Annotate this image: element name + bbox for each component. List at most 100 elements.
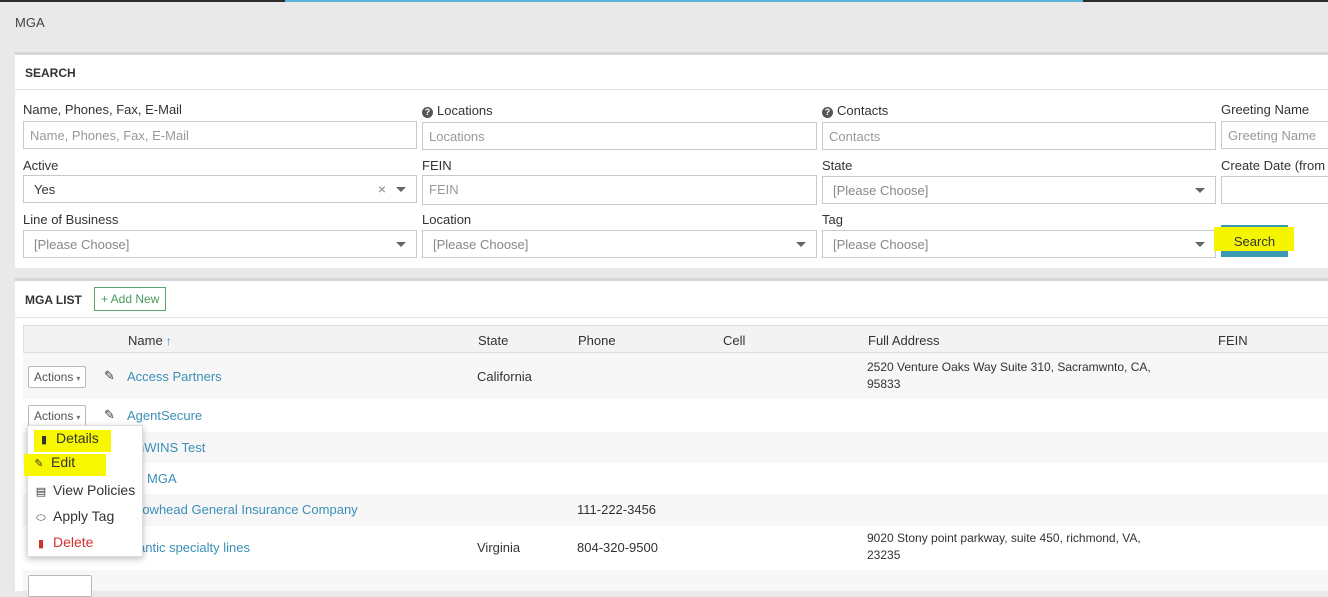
- menu-item-apply-tag-label: Apply Tag: [53, 508, 115, 524]
- row-name-link[interactable]: antic specialty lines: [138, 540, 250, 555]
- locations-input[interactable]: Locations: [422, 122, 817, 150]
- pencil-icon[interactable]: ✎: [104, 407, 115, 423]
- column-phone[interactable]: Phone: [578, 333, 616, 348]
- chevron-down-icon: [396, 242, 406, 247]
- location-select[interactable]: [Please Choose]: [422, 230, 817, 258]
- column-fein[interactable]: FEIN: [1218, 333, 1248, 348]
- create-date-label: Create Date (from: [1221, 158, 1326, 173]
- row-state: California: [477, 369, 532, 384]
- menu-item-view-policies[interactable]: ▤ View Policies: [34, 482, 135, 504]
- column-full-address[interactable]: Full Address: [868, 333, 940, 348]
- row-name-link[interactable]: nWINS Test: [137, 440, 205, 455]
- mga-list-panel: MGA LIST + Add New Name ↑ State Phone Cel…: [15, 278, 1328, 597]
- menu-item-details-label: Details: [56, 430, 99, 446]
- tag-select[interactable]: [Please Choose]: [822, 230, 1216, 258]
- menu-item-details[interactable]: ▮ Details: [34, 430, 111, 452]
- actions-button[interactable]: [28, 575, 92, 597]
- search-panel-header: SEARCH: [15, 55, 1328, 90]
- menu-item-delete-label: Delete: [53, 534, 94, 550]
- contacts-label-text: Contacts: [837, 103, 889, 118]
- location-label: Location: [422, 212, 472, 227]
- actions-button[interactable]: Actions ▾: [28, 405, 87, 427]
- chevron-down-icon: [796, 242, 806, 247]
- top-bar-accent: [285, 0, 1083, 2]
- state-select[interactable]: [Please Choose]: [822, 176, 1216, 204]
- name-phones-input[interactable]: Name, Phones, Fax, E-Mail: [23, 121, 417, 149]
- chevron-down-icon: [1195, 242, 1205, 247]
- column-name-label: Name: [128, 333, 163, 348]
- contacts-input[interactable]: Contacts: [822, 122, 1216, 150]
- active-select[interactable]: Yes ×: [23, 175, 417, 203]
- line-of-business-label: Line of Business: [23, 212, 119, 227]
- clear-icon[interactable]: ×: [378, 181, 386, 197]
- row-phone: 111-222-3456: [577, 502, 657, 517]
- tag-icon: ⬭: [36, 512, 46, 524]
- help-icon[interactable]: ?: [822, 107, 833, 118]
- chevron-down-icon: ▾: [76, 413, 81, 422]
- actions-button[interactable]: Actions ▾: [28, 366, 87, 388]
- row-state: Virginia: [477, 540, 521, 555]
- policy-icon: ▤: [35, 486, 47, 498]
- table-row: antic specialty lines Virginia 804-320-9…: [23, 526, 1328, 570]
- location-select-value: [Please Choose]: [433, 237, 529, 252]
- row-address: 2520 Venture Oaks Way Suite 310, Sacramw…: [867, 359, 1151, 393]
- table-row: rowhead General Insurance Company 111-22…: [23, 494, 1328, 526]
- name-phones-label: Name, Phones, Fax, E-Mail: [23, 102, 182, 117]
- tag-label: Tag: [822, 212, 843, 227]
- table-row: [23, 570, 1328, 597]
- pencil-icon[interactable]: ✎: [104, 368, 115, 384]
- search-button[interactable]: Search: [1214, 225, 1294, 257]
- chevron-down-icon: ▾: [76, 374, 81, 383]
- active-label: Active: [23, 158, 59, 173]
- row-name-link[interactable]: MGA: [147, 471, 177, 486]
- chevron-down-icon: [1195, 188, 1205, 193]
- locations-label: ? Locations: [422, 103, 493, 118]
- line-of-business-value: [Please Choose]: [34, 237, 130, 252]
- create-date-input[interactable]: [1221, 176, 1328, 204]
- menu-item-apply-tag[interactable]: ⬭ Apply Tag: [34, 508, 114, 530]
- row-address-line1: 2520 Venture Oaks Way Suite 310, Sacramw…: [867, 360, 1151, 374]
- column-cell[interactable]: Cell: [723, 333, 745, 348]
- actions-dropdown-menu: ▮ Details ✎ Edit ▤ View Policies ⬭ Apply Tag…: [24, 425, 143, 557]
- greeting-name-label: Greeting Name: [1221, 102, 1310, 117]
- table-row: nWINS Test: [23, 432, 1328, 463]
- tag-select-value: [Please Choose]: [833, 237, 929, 252]
- mga-list-header: MGA LIST + Add New: [15, 281, 1328, 318]
- page-title: MGA: [15, 15, 45, 30]
- contacts-label: ? Contacts: [822, 103, 888, 118]
- top-bar: [0, 0, 1328, 2]
- table-header: Name ↑ State Phone Cell Full Address FEIN: [23, 325, 1328, 353]
- file-icon: ▮: [40, 434, 48, 446]
- state-select-value: [Please Choose]: [833, 183, 929, 198]
- locations-label-text: Locations: [437, 103, 493, 118]
- help-icon[interactable]: ?: [422, 107, 433, 118]
- menu-item-delete[interactable]: ▮ Delete: [34, 534, 94, 556]
- sort-asc-icon[interactable]: ↑: [166, 334, 172, 348]
- line-of-business-select[interactable]: [Please Choose]: [23, 230, 417, 258]
- row-phone: 804-320-9500: [577, 540, 658, 555]
- row-name-link[interactable]: AgentSecure: [127, 408, 202, 423]
- row-address-line2: 23235: [867, 548, 901, 562]
- fein-label: FEIN: [422, 158, 452, 173]
- search-button-label: Search: [1233, 233, 1276, 249]
- chevron-down-icon: [396, 187, 406, 192]
- column-state[interactable]: State: [478, 333, 508, 348]
- row-name-link[interactable]: rowhead General Insurance Company: [138, 502, 358, 517]
- row-name-link[interactable]: Access Partners: [127, 369, 222, 384]
- row-address-line2: 95833: [867, 377, 901, 391]
- greeting-name-input[interactable]: Greeting Name: [1221, 121, 1328, 149]
- menu-item-edit[interactable]: ✎ Edit: [24, 454, 106, 476]
- column-name[interactable]: Name ↑: [128, 333, 172, 348]
- menu-item-edit-label: Edit: [51, 454, 76, 470]
- mga-list-title: MGA LIST: [25, 293, 82, 307]
- actions-label: Actions: [34, 409, 74, 423]
- search-panel-title: SEARCH: [25, 66, 76, 80]
- state-label: State: [822, 158, 853, 173]
- fein-input[interactable]: FEIN: [422, 175, 817, 205]
- add-new-button[interactable]: + Add New: [94, 287, 167, 311]
- search-panel: SEARCH Name, Phones, Fax, E-Mail Name, P…: [15, 52, 1328, 268]
- menu-item-view-policies-label: View Policies: [53, 482, 136, 498]
- table-row: Actions ▾ ✎ AgentSecure: [23, 399, 1328, 432]
- row-address-line1: 9020 Stony point parkway, suite 450, ric…: [867, 531, 1141, 545]
- table-row: Actions ▾ ✎ Access Partners California 25…: [23, 353, 1328, 399]
